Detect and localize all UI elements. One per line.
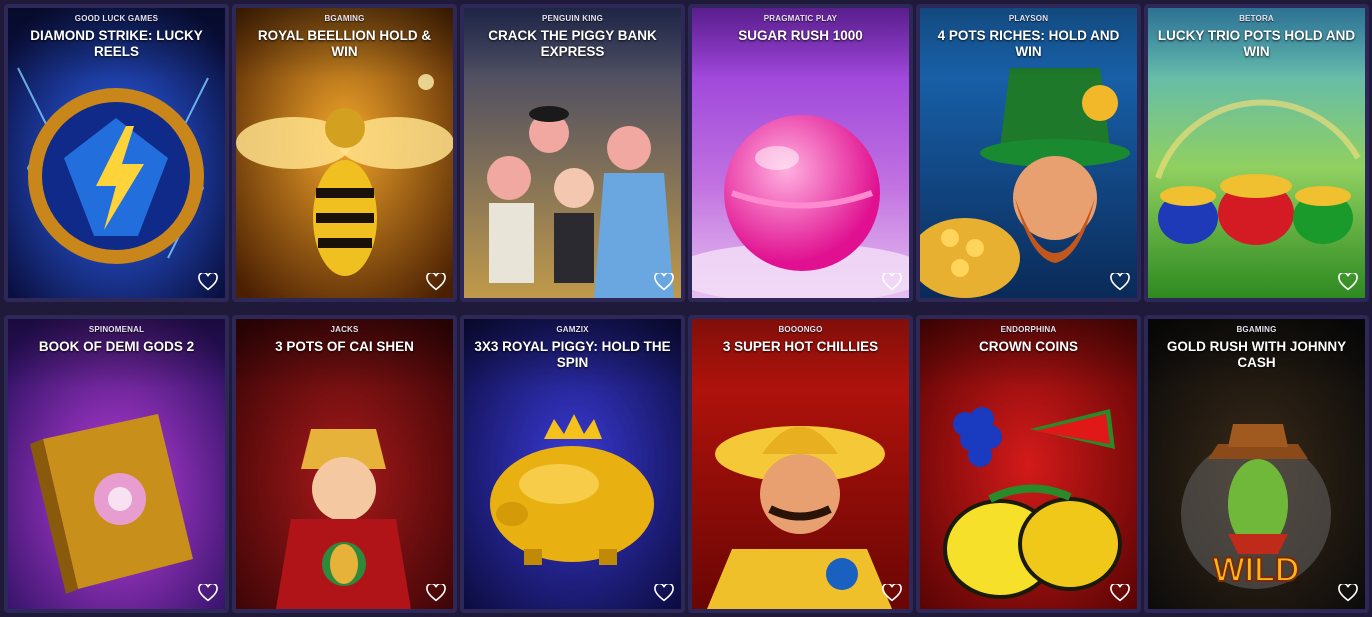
game-title: ROYAL BEELLION HOLD & WIN [257,28,432,59]
game-card[interactable]: BOOONGO 3 SUPER HOT CHILLIES [688,315,913,613]
game-title: CRACK THE PIGGY BANK EXPRESS [488,28,657,59]
game-title: CROWN COINS [979,339,1078,354]
heart-icon[interactable] [881,583,903,603]
game-provider: BGAMING [324,14,365,23]
wild-symbol-text: WILD [1213,551,1300,589]
game-title: 4 POTS RICHES: HOLD AND WIN [937,28,1120,59]
game-card[interactable]: JACKS 3 POTS OF CAI SHEN [232,315,457,613]
game-card[interactable]: PRAGMATIC PLAY SUGAR RUSH 1000 [688,4,913,302]
game-card[interactable]: GAMZIX 3X3 ROYAL PIGGY: HOLD THE SPIN [460,315,685,613]
game-card[interactable]: SPINOMENAL BOOK OF DEMI GODS 2 [4,315,229,613]
game-title: LUCKY TRIO POTS HOLD AND WIN [1157,28,1356,59]
game-provider: PENGUIN KING [541,14,604,23]
game-provider: GOOD LUCK GAMES [74,14,159,23]
heart-icon[interactable] [197,583,219,603]
game-card[interactable]: BGAMING ROYAL BEELLION HOLD & WIN [232,4,457,302]
game-provider: GAMZIX [556,325,589,334]
heart-icon[interactable] [1109,272,1131,292]
heart-icon[interactable] [425,272,447,292]
game-provider: PLAYSON [1008,14,1049,23]
game-grid: GOOD LUCK GAMES DIAMOND STRIKE: LUCKY RE… [4,4,1369,613]
heart-icon[interactable] [653,272,675,292]
game-provider: PRAGMATIC PLAY [763,14,838,23]
game-card[interactable]: GOOD LUCK GAMES DIAMOND STRIKE: LUCKY RE… [4,4,229,302]
game-provider: JACKS [330,325,359,334]
game-provider: ENDORPHINA [1000,325,1057,334]
game-provider: BOOONGO [778,325,823,334]
game-title: 3 SUPER HOT CHILLIES [722,339,879,354]
heart-icon[interactable] [197,272,219,292]
game-provider: SPINOMENAL [88,325,145,334]
heart-icon[interactable] [1109,583,1131,603]
game-card[interactable]: BETORA LUCKY TRIO POTS HOLD AND WIN [1144,4,1369,302]
heart-icon[interactable] [653,583,675,603]
heart-icon[interactable] [1337,272,1359,292]
game-title: 3 POTS OF CAI SHEN [275,339,414,354]
heart-icon[interactable] [425,583,447,603]
game-provider: BGAMING [1236,325,1277,334]
game-provider: BETORA [1239,14,1274,23]
game-title: GOLD RUSH WITH JOHNNY CASH [1166,339,1347,370]
heart-icon[interactable] [881,272,903,292]
game-title: DIAMOND STRIKE: LUCKY REELS [30,28,203,59]
game-title: 3X3 ROYAL PIGGY: HOLD THE SPIN [474,339,671,370]
game-title: BOOK OF DEMI GODS 2 [38,339,195,354]
game-card[interactable]: PLAYSON 4 POTS RICHES: HOLD AND WIN [916,4,1141,302]
game-card[interactable]: WILD BGAMING GOLD RUSH WITH JOHNNY CASH [1144,315,1369,613]
heart-icon[interactable] [1337,583,1359,603]
game-card[interactable]: PENGUIN KING CRACK THE PIGGY BANK EXPRES… [460,4,685,302]
game-title: SUGAR RUSH 1000 [738,28,863,43]
game-card[interactable]: ENDORPHINA CROWN COINS [916,315,1141,613]
